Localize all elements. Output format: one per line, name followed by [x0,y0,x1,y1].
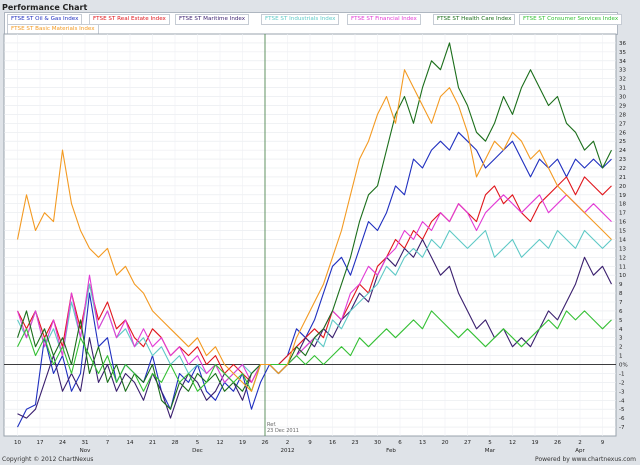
x-tick-label: 2 [578,440,582,446]
y-tick-label: -1 [619,371,624,377]
y-tick-label: 18 [619,202,626,208]
x-tick-label: 16 [329,440,336,446]
x-month-label: Dec [192,448,203,454]
powered-by-text: Powered by www.chartnexus.com [535,456,636,463]
x-tick-label: 12 [509,440,516,446]
y-tick-label: 22 [619,166,626,172]
y-tick-label: 25 [619,139,626,145]
y-tick-label: 15 [619,229,626,235]
y-tick-label: 23 [619,157,626,163]
y-tick-label: 30 [619,95,626,101]
y-tick-label: 1 [619,354,623,360]
y-tick-label: 32 [619,77,626,83]
x-tick-label: 19 [239,440,246,446]
x-tick-label: 7 [106,440,110,446]
y-tick-label: 11 [619,264,626,270]
y-tick-label: 13 [619,246,626,252]
x-tick-label: 17 [37,440,44,446]
x-tick-label: 5 [196,440,200,446]
y-tick-label: 19 [619,193,626,199]
y-tick-label: 3 [619,336,623,342]
x-tick-label: 31 [82,440,89,446]
y-tick-label: 8 [619,291,623,297]
x-tick-label: 13 [419,440,426,446]
y-tick-label: 7 [619,300,623,306]
y-tick-label: -2 [619,380,624,386]
y-tick-label: 29 [619,103,626,109]
y-tick-label: 0% [619,363,628,369]
y-tick-label: 27 [619,121,626,127]
x-month-label: Feb [386,448,396,454]
x-tick-label: 19 [532,440,539,446]
x-tick-label: 10 [14,440,21,446]
x-tick-label: 30 [374,440,381,446]
x-tick-label: 26 [554,440,561,446]
performance-chart: -7-6-5-4-3-2-10%123456789101112131415161… [3,33,628,454]
x-tick-label: 26 [262,440,269,446]
y-tick-label: 2 [619,345,623,351]
y-tick-label: 4 [619,327,623,333]
y-tick-label: 10 [619,273,626,279]
chart-window: Performance Chart FTSE ST Oil & Gas Inde… [0,0,640,465]
y-tick-label: 35 [619,50,626,56]
y-tick-label: 6 [619,309,623,315]
y-tick-label: 9 [619,282,623,288]
y-tick-label: 21 [619,175,626,181]
x-tick-label: 2 [286,440,290,446]
y-tick-label: 20 [619,184,626,190]
x-tick-label: 20 [442,440,449,446]
x-tick-label: 5 [488,440,492,446]
x-month-label: Mar [485,448,496,454]
y-tick-label: 33 [619,68,626,74]
x-month-label: Apr [575,448,585,454]
x-tick-label: 27 [464,440,471,446]
x-tick-label: 24 [59,440,66,446]
x-tick-label: 14 [127,440,134,446]
y-tick-label: -7 [619,425,625,431]
y-tick-label: 31 [619,86,626,92]
x-tick-label: 23 [352,440,359,446]
y-tick-label: 12 [619,255,626,261]
reference-date: 23 Dec 2011 [267,428,299,434]
y-tick-label: 5 [619,318,623,324]
y-tick-label: -6 [619,416,625,422]
x-tick-label: 21 [149,440,156,446]
y-tick-label: 16 [619,220,626,226]
x-tick-label: 9 [308,440,312,446]
y-tick-label: -5 [619,407,625,413]
x-tick-label: 6 [398,440,402,446]
y-tick-label: 17 [619,211,626,217]
x-month-label: 2012 [281,448,295,454]
copyright-text: Copyright © 2012 ChartNexus [2,456,94,463]
y-tick-label: 24 [619,148,626,154]
y-tick-label: 34 [619,59,626,65]
y-tick-label: 28 [619,112,626,118]
y-tick-label: 26 [619,130,626,136]
y-tick-label: -4 [619,398,625,404]
y-tick-label: 36 [619,41,626,47]
x-month-label: Nov [80,448,91,454]
x-tick-label: 28 [172,440,179,446]
y-tick-label: 14 [619,237,626,243]
x-tick-label: 9 [601,440,605,446]
y-tick-label: -3 [619,389,625,395]
x-tick-label: 12 [217,440,224,446]
